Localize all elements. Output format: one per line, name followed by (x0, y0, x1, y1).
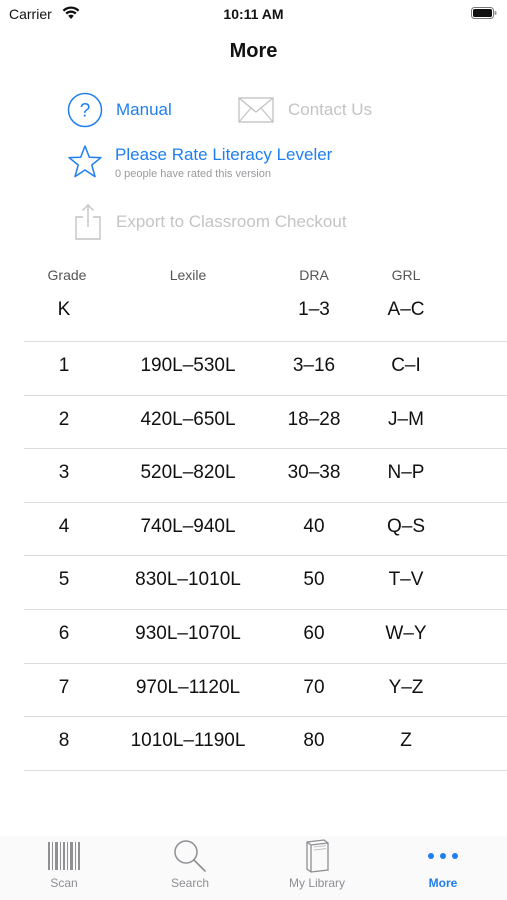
tab-more[interactable]: More (388, 836, 498, 900)
cell-dra: 80 (303, 730, 325, 752)
star-icon (67, 144, 103, 180)
books-icon (262, 838, 372, 874)
cell-lexile: 190L–530L (140, 355, 236, 376)
tab-bar: Scan Search My Library More (0, 836, 507, 900)
cell-dra: 40 (303, 515, 325, 537)
tab-search[interactable]: Search (135, 836, 245, 900)
row-separator (24, 769, 507, 771)
cell-lexile: 520L–820L (140, 462, 236, 484)
cell-grl: N–P (387, 462, 425, 484)
tab-more-label: More (428, 876, 458, 890)
cell-grl: T–V (388, 569, 424, 591)
rate-count-subtitle: 0 people have rated this version (115, 167, 271, 180)
cell-grade: 4 (58, 515, 70, 537)
cell-grade: 6 (58, 622, 70, 644)
tab-scan-label: Scan (50, 876, 78, 890)
reading-level-table: Grade Lexile DRA GRL K 1–3 A–C 1 190L–530L 3–… (0, 262, 507, 771)
svg-text:?: ? (80, 101, 91, 122)
header-dra: DRA (299, 267, 329, 283)
header-lexile: Lexile (169, 267, 207, 283)
cell-lexile: 420L–650L (140, 408, 236, 430)
status-bar: Carrier 10:11 AM (0, 0, 507, 28)
cell-dra: 18–28 (287, 408, 341, 430)
table-body: K 1–3 A–C 1 190L–530L 3–16 C–I 2 420L–650L 18–28 J… (0, 290, 507, 771)
table-row: 1 190L–530L 3–16 C–I (0, 342, 507, 396)
tab-my-library-label: My Library (288, 876, 345, 890)
cell-grl: Y–Z (388, 676, 424, 698)
table-row: 3 520L–820L 30–38 N–P (0, 449, 507, 503)
table-row: 8 1010L–1190L 80 Z (0, 717, 507, 771)
table-row: 4 740L–940L 40 Q–S (0, 503, 507, 557)
barcode-icon (9, 838, 119, 874)
manual-label: Manual (116, 100, 172, 119)
cell-lexile: 1010L–1190L (130, 730, 246, 752)
table-row: 7 970L–1120L 70 Y–Z (0, 664, 507, 718)
cell-grl: Q–S (386, 515, 426, 537)
contact-us-button[interactable]: Contact Us (238, 96, 372, 124)
cell-grade: 2 (58, 408, 70, 430)
status-time: 10:11 AM (223, 6, 284, 22)
cell-grl: Z (400, 730, 412, 752)
table-row: 5 830L–1010L 50 T–V (0, 556, 507, 610)
rate-title: Please Rate Literacy Leveler (115, 144, 333, 164)
cell-grade: 5 (58, 569, 70, 591)
tab-search-label: Search (170, 876, 210, 890)
cell-dra: 1–3 (298, 299, 330, 320)
contact-us-label: Contact Us (288, 100, 373, 119)
rate-app-button[interactable]: Please Rate Literacy Leveler 0 people ha… (67, 144, 332, 180)
cell-lexile: 970L–1120L (135, 676, 241, 698)
table-row: 2 420L–650L 18–28 J–M (0, 396, 507, 450)
cell-grl: J–M (388, 408, 424, 430)
question-circle-icon: ? (67, 92, 103, 128)
cell-dra: 50 (303, 569, 325, 591)
cell-dra: 30–38 (287, 462, 341, 484)
cell-dra: 70 (303, 676, 325, 698)
envelope-icon (238, 96, 274, 124)
table-row: 6 930L–1070L 60 W–Y (0, 610, 507, 664)
cell-grade: 3 (58, 462, 70, 484)
cell-lexile: 830L–1010L (135, 569, 241, 591)
header-grade: Grade (47, 267, 87, 283)
cell-lexile: 740L–940L (140, 515, 236, 537)
cell-lexile: 930L–1070L (135, 622, 241, 644)
cell-grade: 8 (58, 730, 70, 752)
cell-grade: 1 (58, 355, 70, 376)
more-dots-icon (388, 838, 498, 874)
tab-scan[interactable]: Scan (9, 836, 119, 900)
cell-grade: K (57, 299, 71, 320)
cell-dra: 3–16 (292, 355, 336, 376)
table-row: K 1–3 A–C (0, 290, 507, 342)
export-button[interactable]: Export to Classroom Checkout (73, 203, 347, 241)
cell-grl: W–Y (385, 622, 427, 644)
battery-icon (471, 7, 497, 19)
manual-button[interactable]: ? Manual (67, 92, 172, 128)
export-label: Export to Classroom Checkout (116, 212, 347, 231)
tab-my-library[interactable]: My Library (262, 836, 372, 900)
page-title: More (229, 40, 278, 62)
magnifier-icon (135, 838, 245, 874)
cell-grade: 7 (58, 676, 70, 698)
cell-grl: A–C (387, 299, 425, 320)
share-icon (73, 203, 103, 241)
cell-dra: 60 (303, 622, 325, 644)
cell-grl: C–I (391, 355, 421, 376)
header-grl: GRL (391, 267, 421, 283)
